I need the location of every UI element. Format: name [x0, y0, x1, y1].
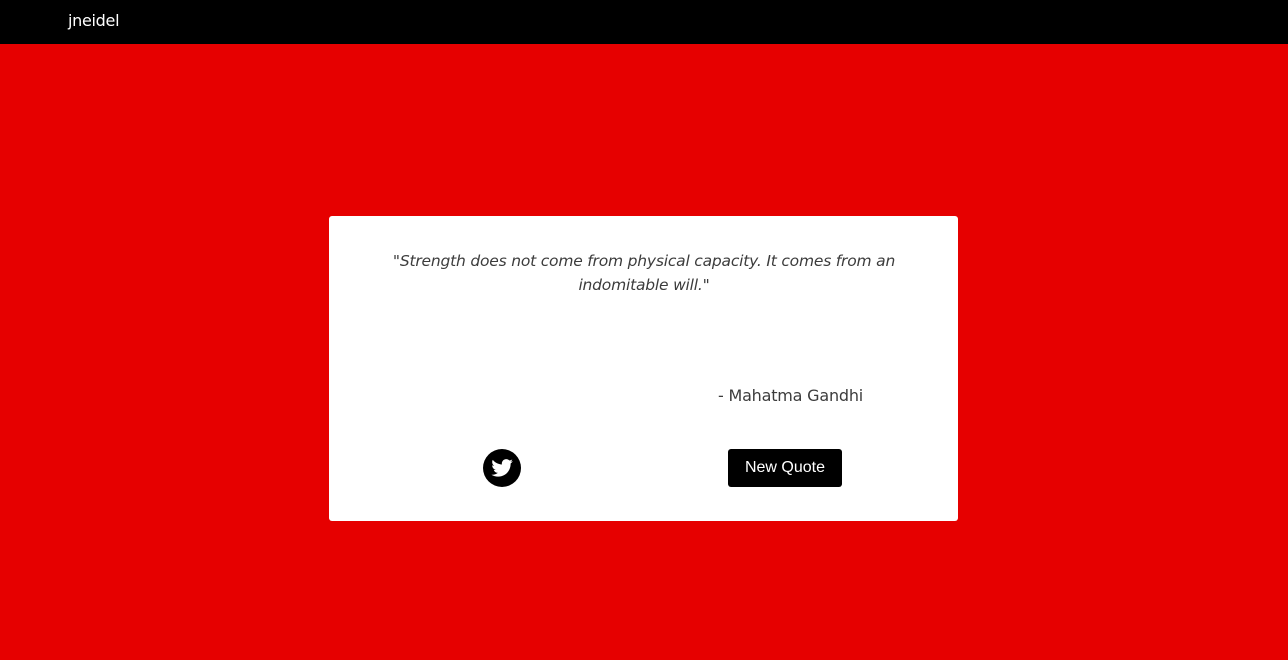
- tweet-quote-button[interactable]: [483, 449, 521, 487]
- quote-author: - Mahatma Gandhi: [718, 386, 864, 405]
- new-quote-button[interactable]: New Quote: [728, 449, 842, 487]
- twitter-icon: [491, 459, 513, 477]
- top-navbar: jneidel: [0, 0, 1288, 44]
- quote-text: "Strength does not come from physical ca…: [392, 252, 896, 294]
- quote-box: "Strength does not come from physical ca…: [329, 216, 958, 521]
- brand-link[interactable]: jneidel: [68, 11, 120, 31]
